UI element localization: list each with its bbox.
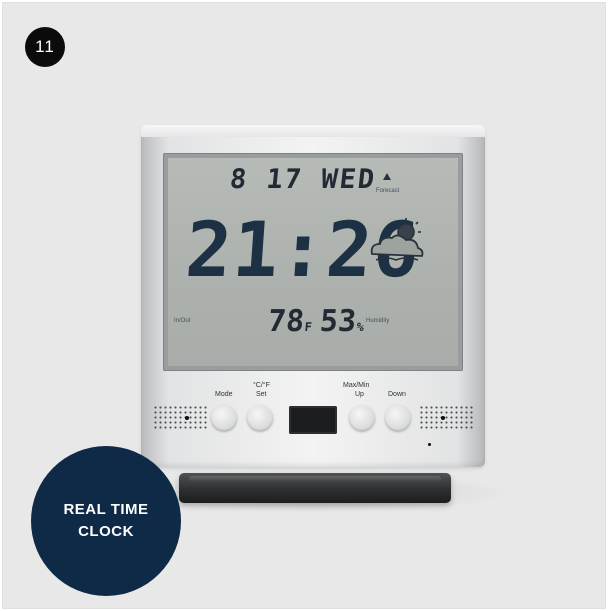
lcd-screen: 8 17 WED Forecast 21:26 In/Out 78F 53% H… xyxy=(168,158,458,366)
feature-label-line-1: REAL TIME xyxy=(63,500,149,518)
humidity-unit: % xyxy=(356,320,365,334)
max-min-label: Max/Min xyxy=(343,382,370,389)
down-button[interactable] xyxy=(385,405,411,431)
in-out-label: In/Out xyxy=(174,318,191,324)
camera-pinhole-right xyxy=(441,416,445,420)
set-button-label: Set xyxy=(256,391,267,398)
set-button[interactable] xyxy=(247,405,273,431)
ir-sensor-window xyxy=(289,406,337,434)
clock-body: 8 17 WED Forecast 21:26 In/Out 78F 53% H… xyxy=(141,125,485,467)
sun-cloud-icon xyxy=(370,218,424,261)
speaker-grille-left xyxy=(153,405,209,431)
lcd-date: 8 17 WED xyxy=(228,164,378,195)
clock-stand xyxy=(179,473,451,503)
lcd-humidity: 53% xyxy=(318,304,365,339)
up-button[interactable] xyxy=(349,405,375,431)
camera-pinhole-left xyxy=(185,416,189,420)
unit-toggle-label: °C/°F xyxy=(253,382,270,389)
temperature-unit: F xyxy=(304,320,313,334)
feature-label-line-2: CLOCK xyxy=(78,523,134,540)
speaker-grille-right xyxy=(419,405,475,431)
microphone-hole xyxy=(428,443,431,446)
lcd-bezel: 8 17 WED Forecast 21:26 In/Out 78F 53% H… xyxy=(163,153,463,371)
forecast-arrow-icon xyxy=(383,173,391,180)
forecast-label: Forecast xyxy=(376,188,400,194)
feature-label-circle: REAL TIME CLOCK xyxy=(31,446,181,596)
up-button-label: Up xyxy=(355,391,364,398)
mode-button-label: Mode xyxy=(215,391,233,398)
humidity-label: Humidity xyxy=(366,318,390,324)
mode-button[interactable] xyxy=(211,405,237,431)
step-number-badge: 11 xyxy=(25,27,65,67)
step-number: 11 xyxy=(35,37,55,56)
down-button-label: Down xyxy=(388,391,406,398)
humidity-value: 53 xyxy=(318,304,358,339)
temperature-value: 78 xyxy=(266,304,306,339)
lcd-temperature: 78F xyxy=(266,304,313,339)
product-image-frame: 11 8 17 WED Forecast 21:26 In/Out 78F 53… xyxy=(2,2,606,609)
